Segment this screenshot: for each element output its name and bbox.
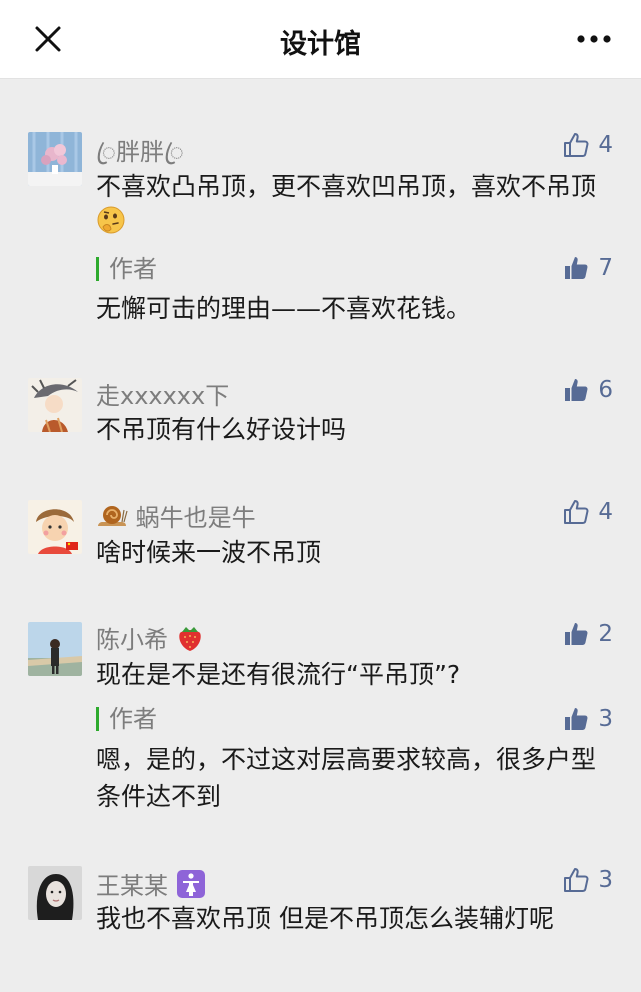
author-reply-text: 无懈可击的理由——不喜欢花钱。 <box>96 294 472 323</box>
like-button[interactable]: 7 <box>562 253 613 283</box>
like-count: 3 <box>598 867 613 893</box>
like-count: 7 <box>598 255 613 281</box>
comment-text: 啥时候来一波不吊顶 <box>96 538 322 567</box>
comment-text: 我也不喜欢吊顶 但是不吊顶怎么装辅灯呢 <box>96 904 554 933</box>
like-count: 2 <box>598 621 613 647</box>
like-count: 4 <box>598 499 613 525</box>
thinking-face-icon <box>96 205 126 245</box>
thumbs-up-filled-icon <box>565 623 588 645</box>
avatar[interactable] <box>28 132 82 186</box>
nickname-text: 王某某 <box>96 872 168 900</box>
comment-text: 不喜欢凸吊顶，更不喜欢凹吊顶，喜欢不吊顶 <box>96 168 606 245</box>
avatar[interactable] <box>28 500 82 554</box>
thumbs-up-filled-icon <box>565 257 588 279</box>
like-button[interactable]: 2 <box>562 619 613 649</box>
like-button[interactable]: 4 <box>562 130 613 160</box>
thumbs-up-outline-icon <box>564 133 589 157</box>
author-reply-text: 嗯，是的，不过这对层高要求较高，很多户型条件达不到 <box>96 745 597 811</box>
nickname[interactable]: 走xxxxxx下 <box>96 376 229 411</box>
thumbs-up-outline-icon <box>564 868 589 892</box>
comment-text: 不吊顶有什么好设计吗 <box>96 415 347 444</box>
like-button[interactable]: 3 <box>562 704 613 734</box>
like-count: 6 <box>598 377 613 403</box>
like-count: 4 <box>598 132 613 158</box>
comment-text-content: 不喜欢凸吊顶，更不喜欢凹吊顶，喜欢不吊顶 <box>96 172 597 201</box>
nickname-text: 陈小希 <box>96 626 168 654</box>
author-label: 作者 <box>96 707 157 731</box>
like-button[interactable]: 3 <box>562 865 613 895</box>
like-button[interactable]: 4 <box>562 497 613 527</box>
thumbs-up-filled-icon <box>565 708 588 730</box>
nav-bar: 设计馆 <box>0 0 641 79</box>
strawberry-icon <box>176 623 204 659</box>
like-button[interactable]: 6 <box>562 375 613 405</box>
more-icon[interactable] <box>571 24 621 54</box>
avatar[interactable] <box>28 622 82 676</box>
page-title: 设计馆 <box>280 29 361 60</box>
nickname-text: 蜗牛也是牛 <box>135 504 256 532</box>
author-label: 作者 <box>96 257 157 281</box>
thumbs-up-outline-icon <box>564 500 589 524</box>
thumbs-up-filled-icon <box>565 379 588 401</box>
nickname[interactable]: 陈小希 <box>96 620 204 659</box>
like-count: 3 <box>598 706 613 732</box>
avatar[interactable] <box>28 866 82 920</box>
snail-icon <box>96 502 128 536</box>
comment-text: 现在是不是还有很流行“平吊顶”? <box>96 660 461 689</box>
nickname[interactable]: 蜗牛也是牛 <box>96 498 256 536</box>
avatar[interactable] <box>28 378 82 432</box>
